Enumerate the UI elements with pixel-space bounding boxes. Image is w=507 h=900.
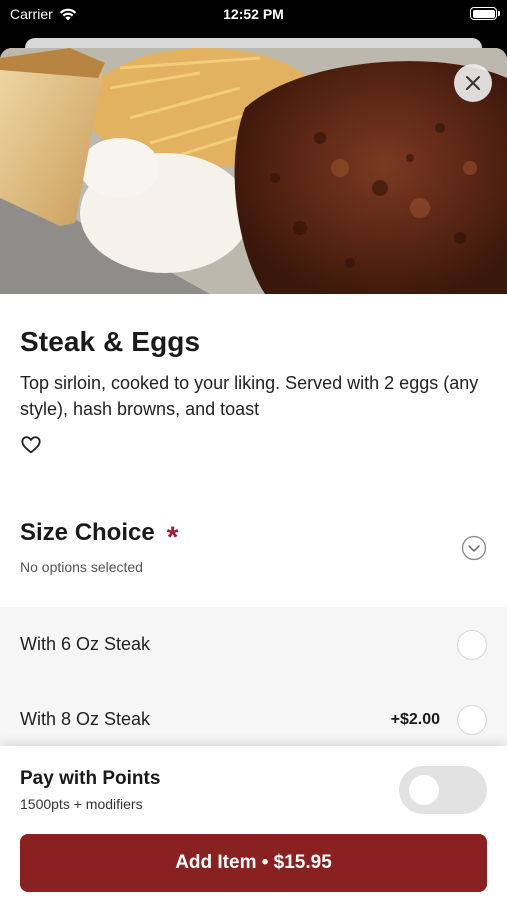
heart-icon[interactable]	[20, 434, 42, 456]
item-info: Steak & Eggs Top sirloin, cooked to your…	[0, 326, 507, 579]
pay-with-points-subtitle: 1500pts + modifiers	[20, 796, 143, 812]
option-radio[interactable]	[457, 704, 487, 735]
status-bar: Carrier 12:52 PM	[0, 0, 507, 30]
item-detail-sheet: Steak & Eggs Top sirloin, cooked to your…	[0, 48, 507, 900]
size-choice-header[interactable]: Size Choice * No options selected	[20, 519, 487, 579]
size-choice-subtitle: No options selected	[20, 559, 143, 575]
item-title: Steak & Eggs	[20, 326, 201, 357]
required-indicator: *	[166, 521, 179, 554]
toggle-knob	[409, 775, 439, 805]
add-item-button[interactable]: Add Item • $15.95	[20, 834, 487, 892]
status-time: 12:52 PM	[223, 6, 284, 22]
chevron-down-icon[interactable]	[461, 535, 487, 561]
food-photo-illustration	[0, 48, 507, 294]
size-choice-title: Size Choice	[20, 519, 155, 546]
close-icon	[466, 76, 480, 90]
pay-with-points-title: Pay with Points	[20, 768, 161, 789]
item-photo	[0, 48, 507, 294]
close-button[interactable]	[454, 64, 492, 102]
size-options-list: With 6 Oz Steak With 8 Oz Steak +$2.00	[0, 607, 507, 757]
option-price: +$2.00	[390, 710, 440, 728]
size-option-6oz[interactable]: With 6 Oz Steak	[0, 607, 507, 682]
item-description: Top sirloin, cooked to your liking. Serv…	[20, 373, 479, 419]
option-label: With 6 Oz Steak	[20, 634, 151, 654]
battery-icon	[470, 7, 500, 20]
option-label: With 8 Oz Steak	[20, 709, 151, 729]
order-footer: Pay with Points 1500pts + modifiers Add …	[0, 746, 507, 900]
pay-with-points-toggle[interactable]	[399, 766, 487, 814]
option-radio[interactable]	[457, 629, 487, 660]
